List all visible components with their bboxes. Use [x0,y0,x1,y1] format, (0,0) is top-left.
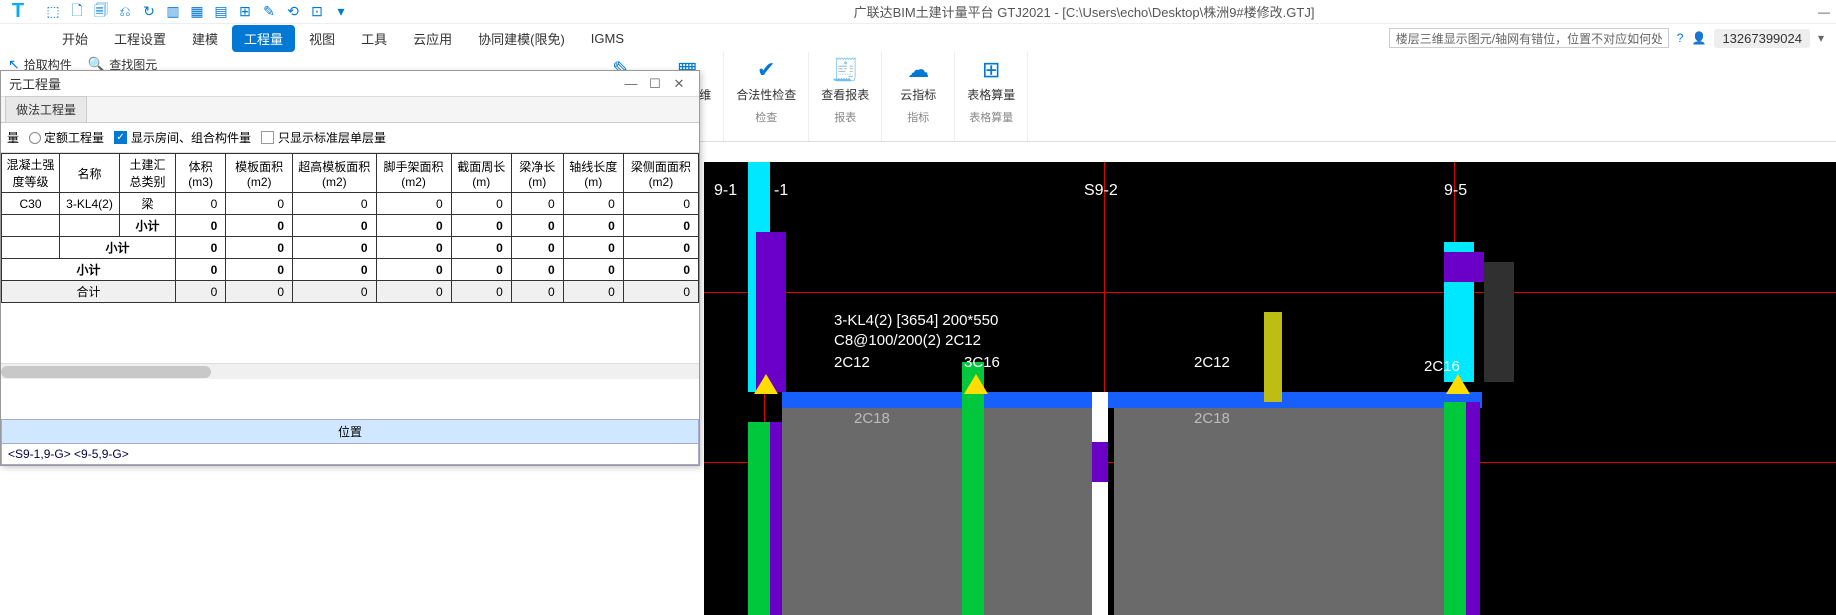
menu-bar: 开始 工程设置 建模 工程量 视图 工具 云应用 协同建模(限免) IGMS ?… [0,24,1836,52]
menu-igms[interactable]: IGMS [579,27,636,50]
qa-icon-12[interactable]: ⊡ [308,3,326,21]
qa-icon-6[interactable]: ▥ [164,3,182,21]
menu-quantity[interactable]: 工程量 [232,25,295,52]
table-row[interactable]: C303-KL4(2)梁00000000 [2,193,699,215]
col-perimeter: 截面周长(m) [451,154,511,193]
beam-label-3a: 2C12 [834,354,870,371]
report-icon: 🧾 [829,56,861,84]
qa-dropdown-icon[interactable]: ▾ [332,3,350,21]
col-beam-net: 梁净长(m) [511,154,563,193]
panel-close-button[interactable]: ✕ [667,76,691,92]
group-label-3: 报表 [834,109,856,125]
axis-label-9-5: 9-5 [1444,182,1467,200]
cloud-index-button[interactable]: ☁云指标 [894,56,942,103]
qa-icon-9[interactable]: ⊞ [236,3,254,21]
validity-check-button[interactable]: ✔合法性检查 [736,56,796,103]
axis-label-s9-2: S9-2 [1084,182,1118,200]
qa-icon-5[interactable]: ↻ [140,3,158,21]
group-label-2: 检查 [755,109,777,125]
marker-triangle-1 [754,374,778,394]
window-title: 广联达BIM土建计量平台 GTJ2021 - [C:\Users\echo\De… [350,2,1818,21]
help-search-input[interactable] [1389,28,1669,48]
horizontal-scrollbar[interactable] [1,363,699,379]
dropdown-icon[interactable]: ▾ [1818,31,1824,45]
table-row[interactable]: 合计00000000 [2,281,699,303]
beam-label-3d: 2C16 [1424,358,1460,375]
group-label-5: 表格算量 [969,109,1013,125]
beam-label-3c: 2C12 [1194,354,1230,371]
quantity-table: 混凝土强度等级 名称 土建汇总类别 体积(m3) 模板面积(m2) 超高模板面积… [1,153,699,303]
position-value: <S9-1,9-G> <9-5,9-G> [1,444,699,465]
axis-label-9-1: 9-1 [714,182,737,200]
quick-access-toolbar: ⬚ 🗋 🗐 ⎌ ↻ ▥ ▦ ▤ ⊞ ✎ ⟲ ⊡ ▾ [44,3,350,21]
qa-icon-8[interactable]: ▤ [212,3,230,21]
panel-minimize-button[interactable]: — [619,76,643,91]
col-volume: 体积(m3) [176,154,226,193]
beam-label-2: C8@100/200(2) 2C12 [834,332,981,349]
qa-icon-10[interactable]: ✎ [260,3,278,21]
menu-tools[interactable]: 工具 [349,25,399,52]
panel-tab-method[interactable]: 做法工程量 [5,96,87,122]
app-logo: T [6,0,30,24]
menu-start[interactable]: 开始 [50,25,100,52]
menu-modeling[interactable]: 建模 [180,25,230,52]
group-label-4: 指标 [907,109,929,125]
beam-label-4b: 2C18 [1194,410,1230,427]
beam-label-3b: 3C16 [964,354,1000,371]
radio-quantity[interactable]: 量 [7,129,19,146]
qa-icon-2[interactable]: 🗋 [68,3,86,21]
menu-view[interactable]: 视图 [297,25,347,52]
table-icon: ⊞ [975,56,1007,84]
title-bar: T ⬚ 🗋 🗐 ⎌ ↻ ▥ ▦ ▤ ⊞ ✎ ⟲ ⊡ ▾ 广联达BIM土建计量平台… [0,0,1836,24]
qa-icon-3[interactable]: 🗐 [92,3,110,21]
scrollbar-thumb[interactable] [1,366,211,378]
check-show-room[interactable]: ✓显示房间、组合构件量 [114,129,251,146]
view-report-button[interactable]: 🧾查看报表 [821,56,869,103]
model-viewport[interactable]: 9-1 -1 S9-2 9-5 3-KL4(2) [3654] 200*550 … [704,162,1836,615]
col-axis-len: 轴线长度(m) [563,154,623,193]
panel-title: 元工程量 [9,74,619,93]
qa-icon-7[interactable]: ▦ [188,3,206,21]
minimize-button[interactable]: — [1818,5,1830,19]
help-icon[interactable]: ? [1677,31,1684,45]
col-scaffold: 脚手架面积(m2) [376,154,451,193]
col-concrete: 混凝土强度等级 [2,154,60,193]
position-header: 位置 [1,419,699,444]
beam-label-1: 3-KL4(2) [3654] 200*550 [834,312,998,329]
checkbox-on-icon: ✓ [114,131,127,144]
col-summary-type: 土建汇总类别 [120,154,176,193]
menu-collab[interactable]: 协同建模(限免) [466,25,577,52]
col-formwork: 模板面积(m2) [226,154,293,193]
beam-label-4a: 2C18 [854,410,890,427]
col-name: 名称 [60,154,120,193]
panel-maximize-button[interactable]: ☐ [643,76,667,92]
radio-quota[interactable]: 定额工程量 [29,129,104,146]
checkbox-off-icon: ✓ [261,131,274,144]
table-calc-button[interactable]: ⊞表格算量 [967,56,1015,103]
qa-icon-1[interactable]: ⬚ [44,3,62,21]
qa-icon-11[interactable]: ⟲ [284,3,302,21]
check-standard-floor[interactable]: ✓只显示标准层单层量 [261,129,386,146]
marker-triangle-2 [964,374,988,394]
menu-cloud[interactable]: 云应用 [401,25,464,52]
radio-circle-icon [29,132,41,144]
user-phone[interactable]: 13267399024 [1714,29,1810,48]
menu-project-settings[interactable]: 工程设置 [102,25,178,52]
col-side-area: 梁侧面面积(m2) [623,154,698,193]
table-row[interactable]: 小计00000000 [2,259,699,281]
col-high-formwork: 超高模板面积(m2) [293,154,376,193]
table-row[interactable]: 小计00000000 [2,237,699,259]
user-avatar-icon[interactable]: 👤 [1691,31,1706,45]
marker-triangle-3 [1446,374,1470,394]
quantity-panel: 元工程量 — ☐ ✕ 做法工程量 量 定额工程量 ✓显示房间、组合构件量 ✓只显… [0,70,700,466]
qa-icon-4[interactable]: ⎌ [116,3,134,21]
check-icon: ✔ [750,56,782,84]
table-row[interactable]: 小计00000000 [2,215,699,237]
cloud-icon: ☁ [902,56,934,84]
axis-label-1b: -1 [774,182,788,200]
